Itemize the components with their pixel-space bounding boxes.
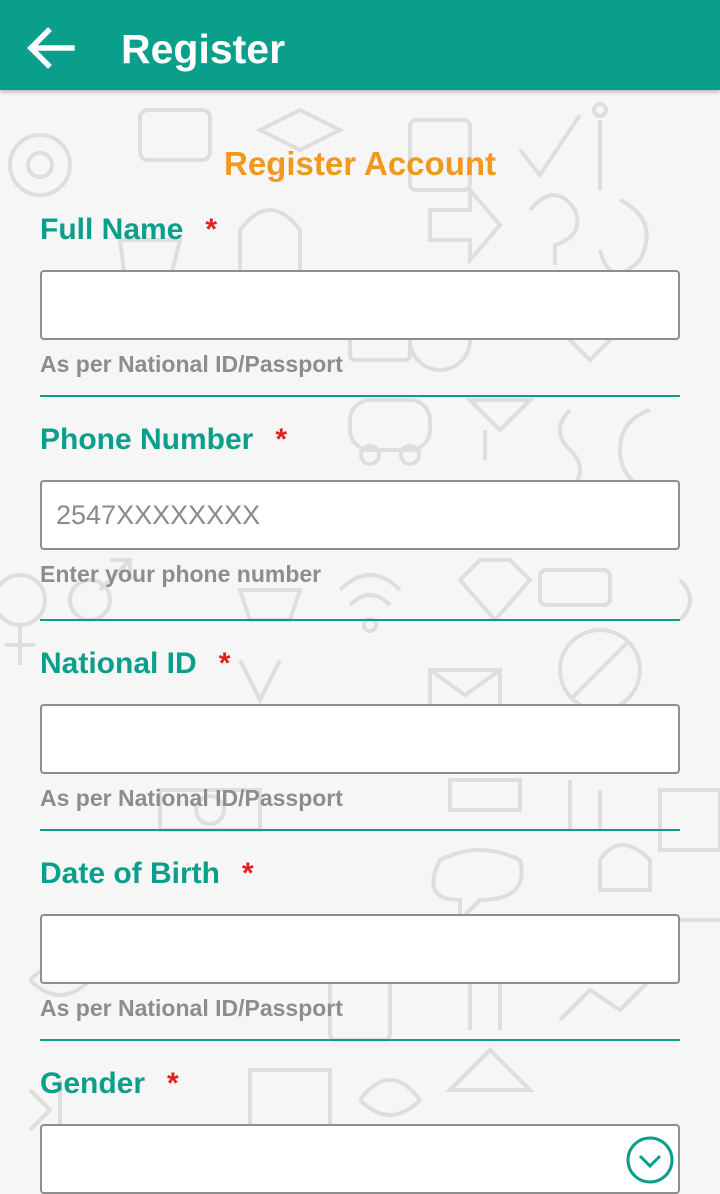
phone-number-label-text: Phone Number (40, 423, 254, 456)
back-button[interactable] (22, 22, 78, 74)
phone-number-label: Phone Number * (40, 421, 287, 459)
phone-number-input[interactable] (42, 482, 678, 548)
divider (40, 1039, 680, 1041)
required-asterisk: * (205, 213, 218, 246)
date-of-birth-label: Date of Birth * (40, 855, 254, 893)
divider (40, 829, 680, 831)
date-of-birth-label-text: Date of Birth (40, 857, 220, 890)
form-heading: Register Account (224, 145, 496, 182)
phone-number-hint: Enter your phone number (40, 561, 322, 587)
page-title: Register (121, 26, 286, 72)
arrow-left-icon (27, 27, 75, 69)
required-asterisk: * (242, 857, 254, 890)
date-of-birth-input[interactable] (42, 916, 678, 982)
required-asterisk: * (167, 1067, 179, 1100)
national-id-label-text: National ID (40, 647, 197, 680)
national-id-hint: As per National ID/Passport (40, 785, 343, 811)
required-asterisk: * (275, 423, 288, 456)
gender-label: Gender * (40, 1065, 179, 1103)
gender-select[interactable] (40, 1124, 680, 1194)
divider (40, 395, 680, 397)
date-of-birth-hint: As per National ID/Passport (40, 995, 343, 1021)
full-name-label-text: Full Name (40, 213, 184, 246)
national-id-label: National ID * (40, 645, 230, 683)
full-name-field-box (40, 270, 680, 340)
divider (40, 619, 680, 621)
national-id-field-box (40, 704, 680, 774)
chevron-down-circle-icon (626, 1136, 674, 1184)
required-asterisk: * (218, 647, 231, 680)
full-name-label: Full Name * (40, 211, 217, 249)
app-bar: Register (0, 0, 720, 90)
date-of-birth-field-box (40, 914, 680, 984)
phone-number-field-box (40, 480, 680, 550)
national-id-input[interactable] (42, 706, 678, 772)
full-name-hint: As per National ID/Passport (40, 351, 343, 377)
full-name-input[interactable] (42, 272, 678, 338)
gender-label-text: Gender (40, 1067, 146, 1100)
